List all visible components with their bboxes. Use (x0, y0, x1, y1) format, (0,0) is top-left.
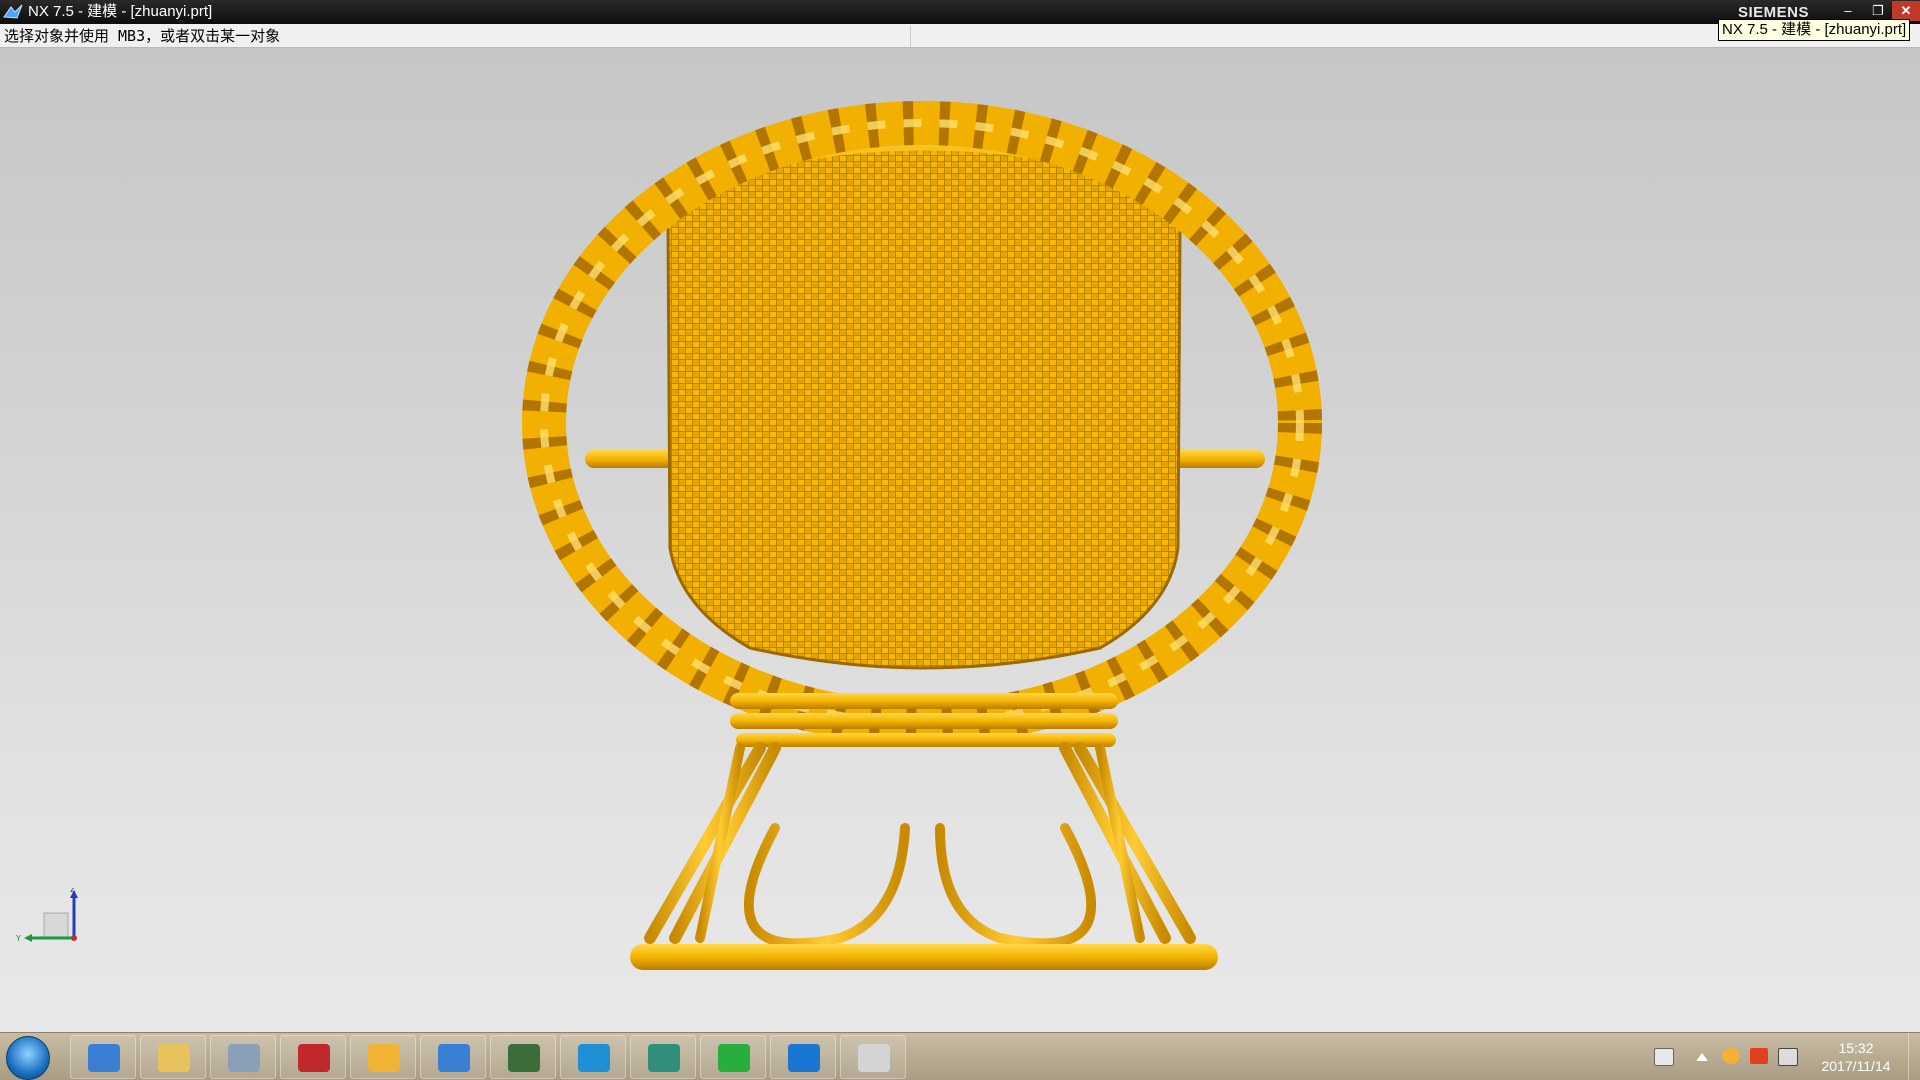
collar-ring-lower[interactable] (730, 713, 1118, 729)
window-icon (648, 1044, 680, 1072)
taskbar-item-paint[interactable] (840, 1035, 906, 1079)
taskbar-item-calculator[interactable] (210, 1035, 276, 1079)
tray-expand-icon[interactable] (1696, 1053, 1708, 1061)
graphics-viewport[interactable]: Z Y (0, 48, 1920, 1032)
minimize-button[interactable]: – (1836, 1, 1860, 21)
taskbar-item-chat[interactable] (350, 1035, 416, 1079)
paint-icon (858, 1044, 890, 1072)
calculator-icon (228, 1044, 260, 1072)
clock-time: 15:32 (1838, 1040, 1874, 1056)
folder-icon (158, 1044, 190, 1072)
taskbar-item-nx[interactable] (70, 1035, 136, 1079)
cue-line-bar: 选择对象并使用 MB3，或者双击某一对象 (0, 24, 1920, 48)
chair-model[interactable] (0, 48, 1920, 1032)
taskbar-item-folder[interactable] (140, 1035, 206, 1079)
nx-icon (88, 1044, 120, 1072)
monitor-icon (508, 1044, 540, 1072)
clock[interactable]: 15:32 2017/11/14 (1808, 1039, 1904, 1075)
status-divider (910, 26, 911, 46)
tray-chat-icon[interactable] (1722, 1048, 1740, 1064)
triad-y-label: Y (15, 934, 21, 943)
clock-date: 2017/11/14 (1821, 1058, 1891, 1074)
keyboard-icon[interactable] (1654, 1048, 1674, 1066)
taskbar-item-window[interactable] (630, 1035, 696, 1079)
base-ring[interactable] (630, 944, 1218, 970)
autocad-icon (298, 1044, 330, 1072)
network-icon[interactable] (1778, 1048, 1798, 1066)
start-button[interactable] (6, 1036, 50, 1080)
triad-z-label: Z (70, 888, 76, 894)
qq-icon (578, 1044, 610, 1072)
maximize-button[interactable]: ❐ (1866, 1, 1890, 21)
taskbar-item-nx-active[interactable] (420, 1035, 486, 1079)
nx-active-icon (438, 1044, 470, 1072)
nx-app-icon[interactable] (3, 4, 23, 20)
taskbar-item-app-window[interactable] (770, 1035, 836, 1079)
woven-seat-panel[interactable] (666, 146, 1182, 670)
chat-icon (368, 1044, 400, 1072)
window-title: NX 7.5 - 建模 - [zhuanyi.prt] (28, 3, 213, 20)
show-desktop-button[interactable] (1908, 1033, 1920, 1080)
app-window-icon (788, 1044, 820, 1072)
close-button[interactable]: ✕ (1892, 1, 1920, 21)
taskbar: 15:32 2017/11/14 (0, 1032, 1920, 1080)
collar-ring-base[interactable] (736, 733, 1116, 747)
download-icon (718, 1044, 750, 1072)
title-bar: NX 7.5 - 建模 - [zhuanyi.prt] SIEMENS – ❐ … (0, 0, 1920, 24)
taskbar-item-download[interactable] (700, 1035, 766, 1079)
taskbar-item-monitor[interactable] (490, 1035, 556, 1079)
collar-ring-upper[interactable] (730, 693, 1118, 709)
cue-line-text: 选择对象并使用 MB3，或者双击某一对象 (4, 27, 281, 45)
coordinate-triad: Z Y (15, 888, 78, 943)
window-title-tooltip: NX 7.5 - 建模 - [zhuanyi.prt] (1718, 19, 1911, 41)
sogou-input-icon[interactable] (1750, 1048, 1768, 1064)
taskbar-item-autocad[interactable] (280, 1035, 346, 1079)
taskbar-item-qq[interactable] (560, 1035, 626, 1079)
chair-legs[interactable] (644, 741, 1196, 950)
